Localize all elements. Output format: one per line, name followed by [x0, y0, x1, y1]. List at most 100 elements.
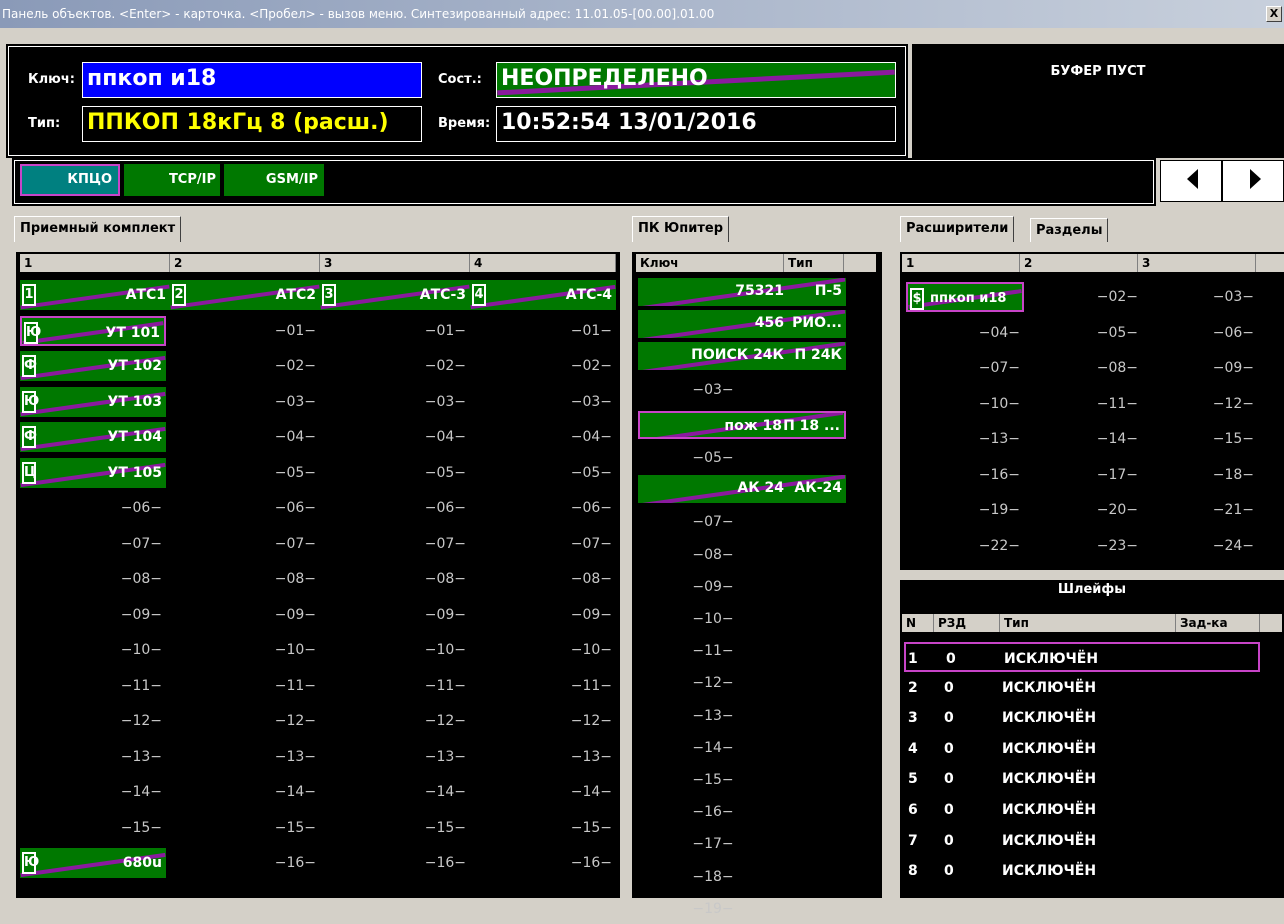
loop-row[interactable]: 3 0 ИСКЛЮЧЁН — [904, 703, 1260, 733]
empty-slot[interactable]: −16− — [906, 460, 1024, 490]
empty-slot[interactable]: −16− — [638, 797, 788, 827]
empty-slot[interactable]: −07− — [638, 507, 788, 537]
empty-slot[interactable]: −13− — [470, 742, 616, 772]
empty-slot[interactable]: −16− — [320, 848, 470, 878]
empty-slot[interactable]: −04− — [320, 422, 470, 452]
loop-row[interactable]: 1 0 ИСКЛЮЧЁН — [904, 642, 1260, 672]
object-cell[interactable]: 3 АТС-3 — [320, 280, 470, 310]
object-cell[interactable]: Ю УТ 101 — [20, 315, 166, 346]
empty-slot[interactable]: −03− — [320, 387, 470, 417]
empty-slot[interactable]: −08− — [20, 564, 166, 594]
empty-slot[interactable]: −02− — [470, 351, 616, 381]
loop-row[interactable]: 6 0 ИСКЛЮЧЁН — [904, 795, 1260, 825]
empty-slot[interactable]: −03− — [1142, 282, 1258, 312]
loop-row[interactable]: 4 0 ИСКЛЮЧЁН — [904, 734, 1260, 764]
empty-slot[interactable]: −09− — [170, 600, 320, 630]
empty-slot[interactable]: −06− — [320, 493, 470, 523]
empty-slot[interactable]: −09− — [320, 600, 470, 630]
tab-receiving-set[interactable]: Приемный комплект — [14, 216, 182, 242]
empty-slot[interactable]: −09− — [638, 572, 788, 602]
empty-slot[interactable]: −10− — [170, 635, 320, 665]
object-cell[interactable]: Ю 680u — [20, 848, 166, 878]
empty-slot[interactable]: −14− — [320, 777, 470, 807]
empty-slot[interactable]: −05− — [170, 458, 320, 488]
object-cell[interactable]: Ц УТ 105 — [20, 457, 166, 488]
empty-slot[interactable]: −06− — [470, 493, 616, 523]
empty-slot[interactable]: −12− — [470, 706, 616, 736]
empty-slot[interactable]: −06− — [1142, 318, 1258, 348]
empty-slot[interactable]: −15− — [638, 765, 788, 795]
empty-slot[interactable]: −13− — [320, 742, 470, 772]
object-cell[interactable]: 4 АТС-4 — [470, 280, 616, 310]
empty-slot[interactable]: −08− — [1024, 353, 1142, 383]
device-row[interactable]: ПОИСК 24К П 24К — [638, 342, 846, 370]
empty-slot[interactable]: −02− — [170, 351, 320, 381]
empty-slot[interactable]: −01− — [470, 316, 616, 346]
object-cell[interactable]: 1 АТС1 — [20, 280, 170, 310]
empty-slot[interactable]: −07− — [170, 529, 320, 559]
empty-slot[interactable]: −04− — [906, 318, 1024, 348]
empty-slot[interactable]: −22− — [906, 531, 1024, 561]
empty-slot[interactable]: −05− — [1024, 318, 1142, 348]
empty-slot[interactable]: −03− — [470, 387, 616, 417]
empty-slot[interactable]: −13− — [170, 742, 320, 772]
empty-slot[interactable]: −16− — [170, 848, 320, 878]
empty-slot[interactable]: −11− — [20, 671, 166, 701]
empty-slot[interactable]: −18− — [638, 862, 788, 892]
empty-slot[interactable]: −09− — [1142, 353, 1258, 383]
prev-button[interactable] — [1160, 160, 1222, 202]
empty-slot[interactable]: −14− — [20, 777, 166, 807]
empty-slot[interactable]: −17− — [638, 829, 788, 859]
empty-slot[interactable]: −12− — [170, 706, 320, 736]
empty-slot[interactable]: −15− — [20, 813, 166, 843]
empty-slot[interactable]: −07− — [906, 353, 1024, 383]
empty-slot[interactable]: −14− — [170, 777, 320, 807]
empty-slot[interactable]: −07− — [20, 529, 166, 559]
empty-slot[interactable]: −01− — [320, 316, 470, 346]
empty-slot[interactable]: −10− — [320, 635, 470, 665]
object-cell[interactable]: Ю УТ 103 — [20, 386, 166, 417]
empty-slot[interactable]: −14− — [1024, 424, 1142, 454]
empty-slot[interactable]: −02− — [1024, 282, 1142, 312]
empty-slot[interactable]: −03− — [170, 387, 320, 417]
empty-slot[interactable]: −01− — [170, 316, 320, 346]
empty-slot[interactable]: −09− — [470, 600, 616, 630]
empty-slot[interactable]: −13− — [20, 742, 166, 772]
tab-sections[interactable]: Разделы — [1030, 218, 1109, 242]
device-row[interactable]: АК 24 АК-24 — [638, 475, 846, 503]
empty-slot[interactable]: −12− — [320, 706, 470, 736]
empty-slot[interactable]: −05− — [638, 443, 788, 473]
empty-slot[interactable]: −19− — [906, 495, 1024, 525]
empty-slot[interactable]: −15− — [1142, 424, 1258, 454]
protocol-tab-gsm[interactable]: GSM/IP — [224, 164, 324, 196]
empty-slot[interactable]: −23− — [1024, 531, 1142, 561]
loop-row[interactable]: 8 0 ИСКЛЮЧЁН — [904, 856, 1260, 886]
object-cell[interactable]: Ф УТ 104 — [20, 422, 166, 452]
key-field[interactable]: ппкоп и18 — [82, 62, 422, 98]
empty-slot[interactable]: −11− — [1024, 389, 1142, 419]
empty-slot[interactable]: −19− — [638, 894, 788, 924]
empty-slot[interactable]: −08− — [320, 564, 470, 594]
next-button[interactable] — [1222, 160, 1284, 202]
empty-slot[interactable]: −04− — [470, 422, 616, 452]
empty-slot[interactable]: −13− — [906, 424, 1024, 454]
loop-row[interactable]: 2 0 ИСКЛЮЧЁН — [904, 673, 1260, 703]
empty-slot[interactable]: −17− — [1024, 460, 1142, 490]
empty-slot[interactable]: −06− — [170, 493, 320, 523]
empty-slot[interactable]: −08− — [638, 540, 788, 570]
empty-slot[interactable]: −09− — [20, 600, 166, 630]
loop-row[interactable]: 5 0 ИСКЛЮЧЁН — [904, 764, 1260, 794]
protocol-tab-kpco[interactable]: КПЦО — [20, 164, 120, 196]
empty-slot[interactable]: −07− — [320, 529, 470, 559]
empty-slot[interactable]: −02− — [320, 351, 470, 381]
empty-slot[interactable]: −13− — [638, 701, 788, 731]
empty-slot[interactable]: −08− — [170, 564, 320, 594]
empty-slot[interactable]: −12− — [20, 706, 166, 736]
empty-slot[interactable]: −11− — [320, 671, 470, 701]
empty-slot[interactable]: −05− — [320, 458, 470, 488]
empty-slot[interactable]: −06− — [20, 493, 166, 523]
tab-expanders[interactable]: Расширители — [900, 216, 1015, 242]
empty-slot[interactable]: −14− — [638, 733, 788, 763]
empty-slot[interactable]: −05− — [470, 458, 616, 488]
empty-slot[interactable]: −21− — [1142, 495, 1258, 525]
